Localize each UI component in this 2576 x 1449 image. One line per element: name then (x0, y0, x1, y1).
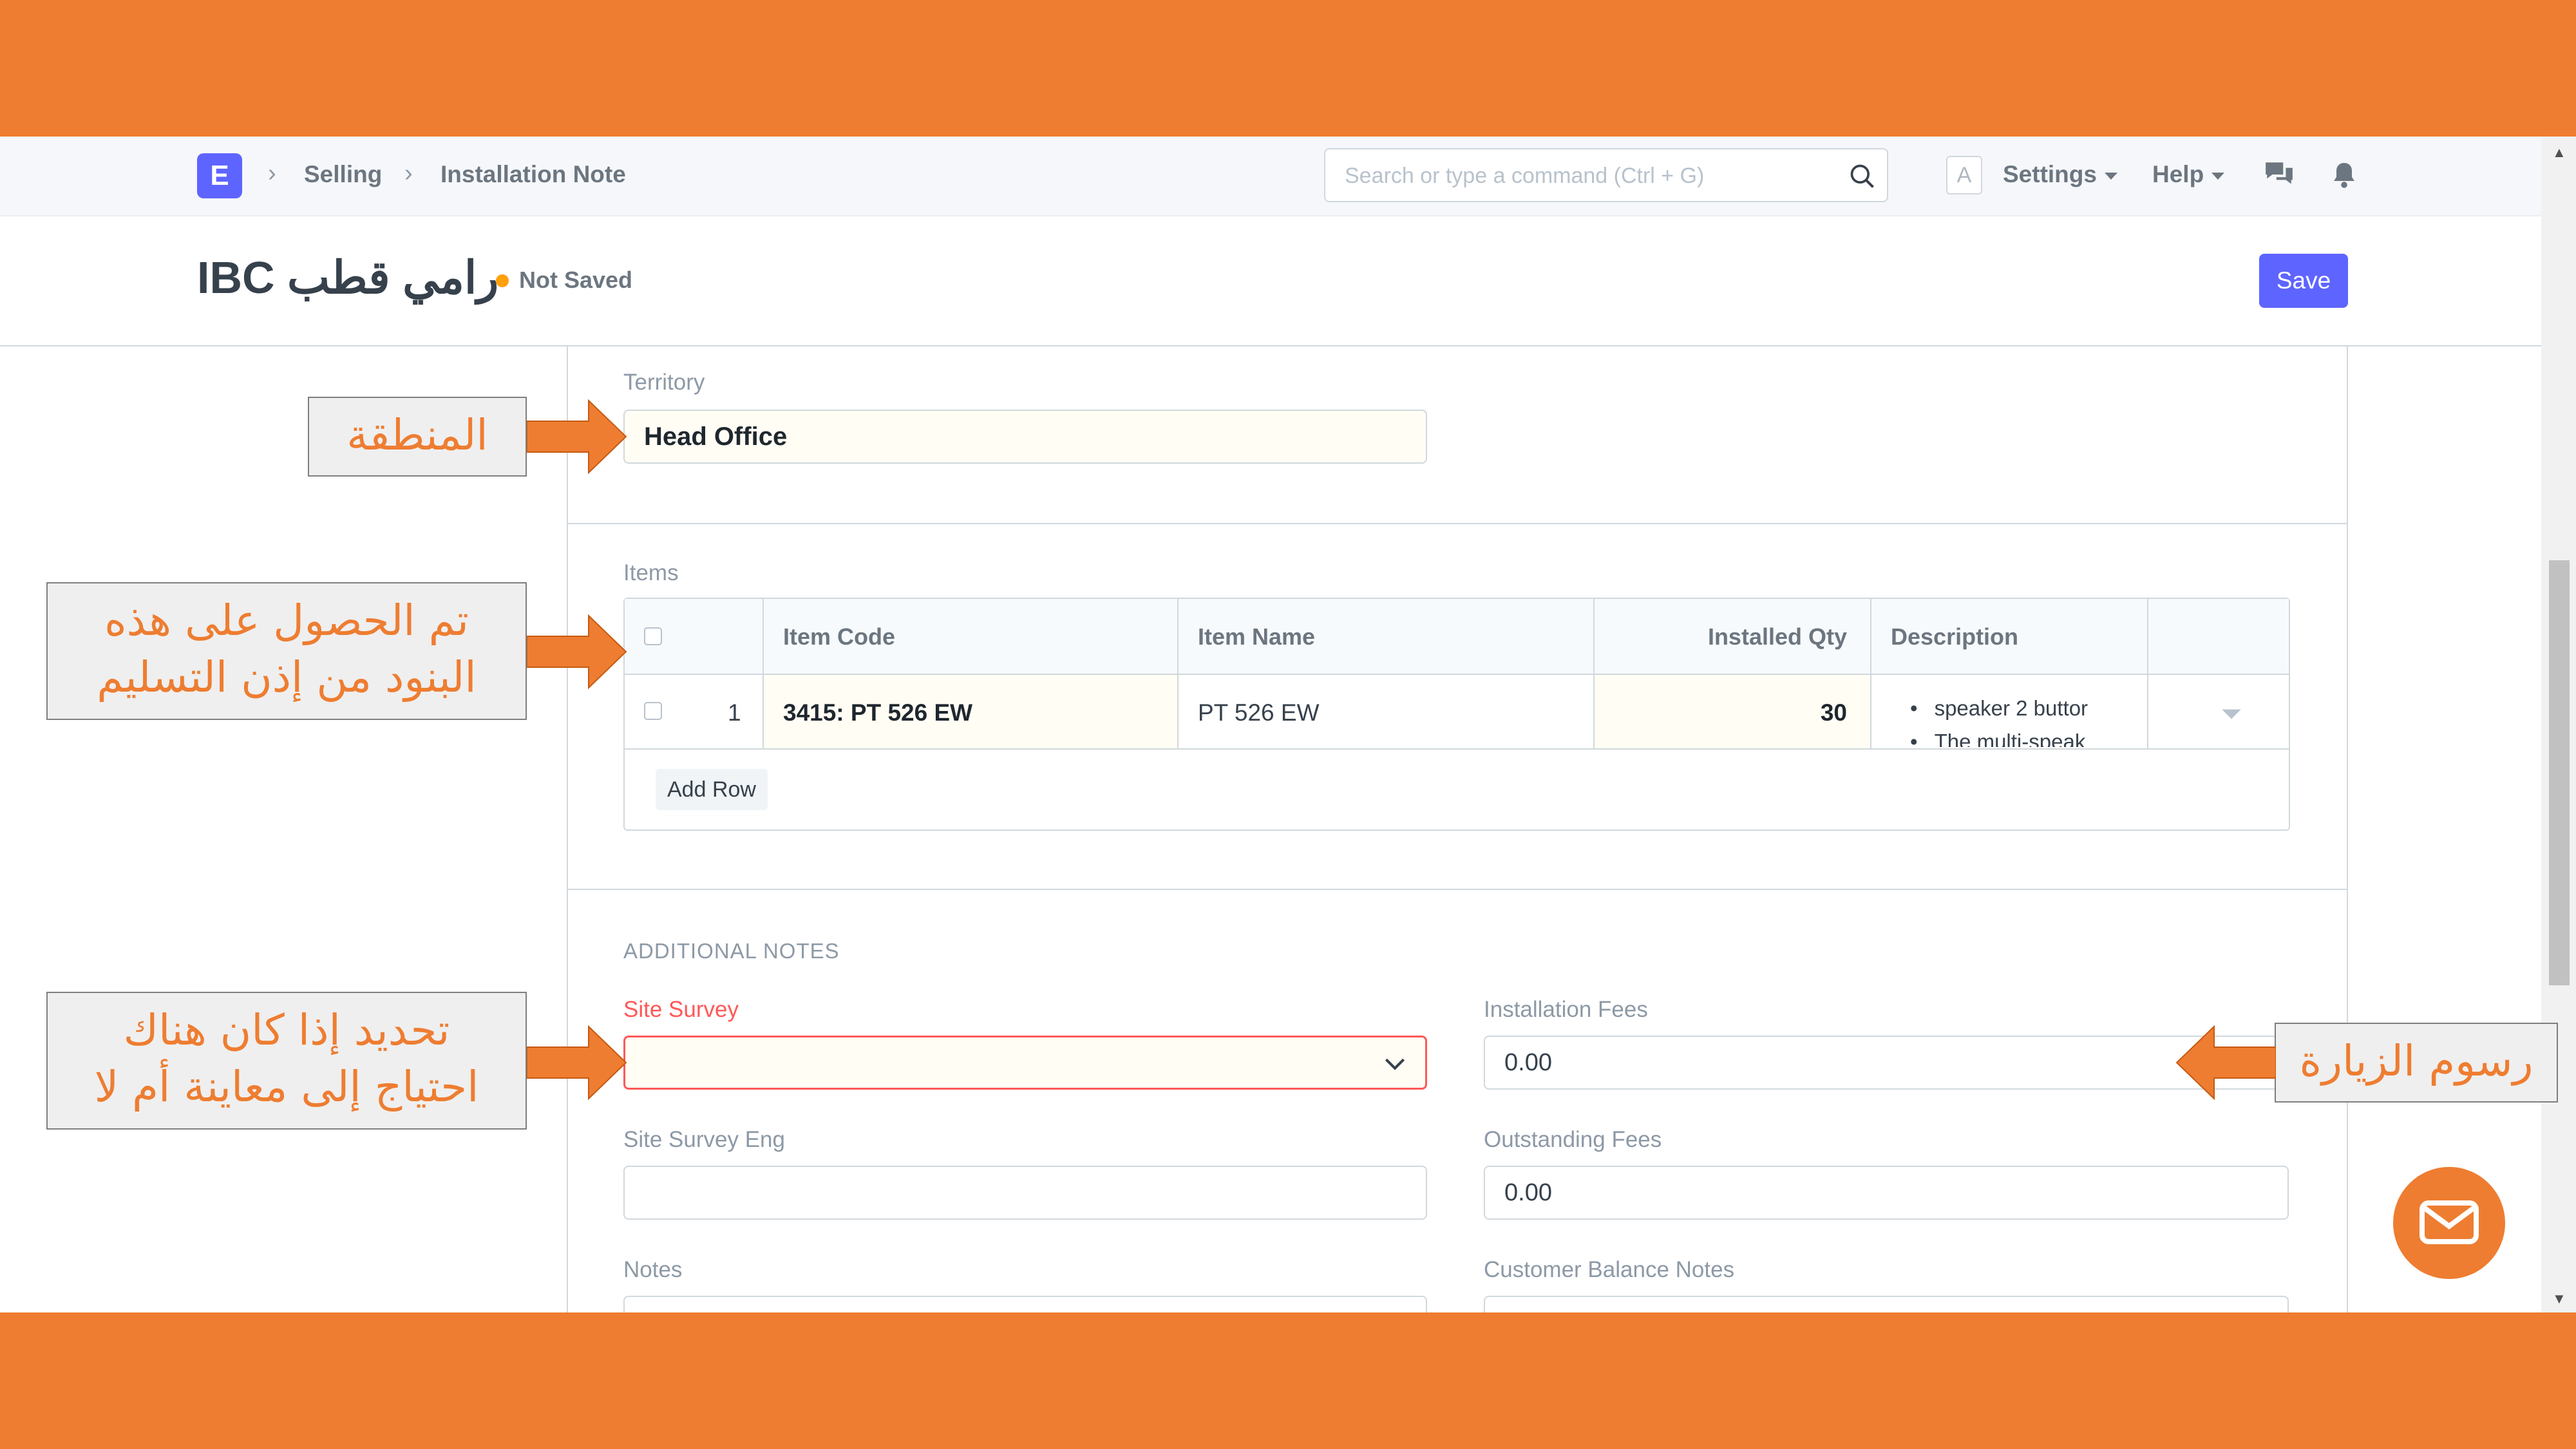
territory-label: Territory (623, 370, 705, 395)
column-divider (1177, 599, 1179, 748)
arrow-right-icon (527, 614, 627, 690)
territory-field[interactable]: Head Office (623, 410, 1427, 464)
installation-fees-field[interactable]: 0.00 (1484, 1036, 2289, 1090)
annotation-site-survey-line: تحديد إذا كان هناك (123, 1005, 450, 1055)
column-divider (1870, 599, 1871, 748)
scroll-down-icon[interactable]: ▼ (2552, 1291, 2566, 1307)
annotation-territory: المنطقة (308, 397, 527, 477)
site-survey-eng-label: Site Survey Eng (623, 1127, 785, 1152)
scrollbar-thumb[interactable] (2549, 560, 2570, 985)
chevron-right-icon: › (404, 160, 413, 187)
annotation-site-survey: تحديد إذا كان هناك احتياج إلى معاينة أم … (46, 992, 527, 1130)
search-placeholder: Search or type a command (Ctrl + G) (1345, 164, 1705, 188)
section-heading-additional-notes: ADDITIONAL NOTES (623, 939, 840, 963)
search-input[interactable]: Search or type a command (Ctrl + G) (1324, 148, 1888, 202)
column-header-item-code[interactable]: Item Code (783, 623, 895, 650)
chat-fab-button[interactable] (2393, 1167, 2505, 1279)
column-header-description[interactable]: Description (1891, 623, 2018, 650)
select-all-checkbox[interactable] (644, 627, 662, 645)
app-logo[interactable]: E (197, 153, 242, 198)
annotation-items: تم الحصول على هذه البنود من إذن التسليم (46, 582, 527, 720)
row-checkbox[interactable] (644, 702, 662, 720)
site-survey-select[interactable] (623, 1036, 1427, 1090)
status-indicator-dot (496, 274, 509, 287)
caret-down-icon (2211, 172, 2225, 180)
arrow-right-icon (527, 399, 627, 475)
chevron-down-icon (1385, 1058, 1405, 1070)
settings-label: Settings (2003, 161, 2097, 187)
description-line: The multi-speak (1891, 725, 2187, 747)
status-badge: Not Saved (519, 267, 633, 293)
description-cell[interactable]: speaker 2 buttor The multi-speak (1891, 692, 2187, 747)
column-header-installed-qty[interactable]: Installed Qty (1708, 623, 1847, 650)
page-title: IBC رامي قطب (197, 252, 499, 303)
installed-qty-cell[interactable]: 30 (1821, 699, 1847, 726)
save-button[interactable]: Save (2259, 254, 2348, 308)
arrow-left-icon (2175, 1025, 2276, 1101)
outstanding-fees-field[interactable]: 0.00 (1484, 1166, 2289, 1220)
breadcrumb-installation-note[interactable]: Installation Note (440, 161, 626, 188)
chevron-right-icon: › (268, 160, 276, 187)
annotation-items-line: البنود من إذن التسليم (97, 652, 477, 702)
avatar[interactable]: A (1946, 156, 1982, 194)
help-label: Help (2152, 161, 2204, 187)
breadcrumb-selling[interactable]: Selling (304, 161, 382, 188)
add-row-button[interactable]: Add Row (656, 769, 768, 810)
section-divider (567, 523, 2347, 524)
item-name-cell[interactable]: PT 526 EW (1198, 699, 1320, 726)
search-icon (1850, 164, 1874, 188)
description-line: speaker 2 buttor (1891, 692, 2187, 725)
customer-balance-notes-label: Customer Balance Notes (1484, 1257, 1735, 1282)
row-index: 1 (728, 699, 741, 726)
item-code-cell[interactable]: 3415: PT 526 EW (783, 699, 972, 726)
mail-icon (2420, 1200, 2479, 1244)
scroll-up-icon[interactable]: ▲ (2552, 144, 2566, 161)
arrow-right-icon (527, 1025, 627, 1101)
installation-fees-label: Installation Fees (1484, 997, 1648, 1022)
chat-icon[interactable] (2263, 160, 2295, 189)
top-orange-band (0, 0, 2576, 137)
column-header-item-name[interactable]: Item Name (1198, 623, 1315, 650)
caret-down-icon (2104, 172, 2117, 180)
bottom-orange-band (0, 1312, 2576, 1449)
annotation-site-survey-line: احتياج إلى معاينة أم لا (94, 1062, 479, 1112)
items-table: Item Code Item Name Installed Qty Descri… (623, 598, 2290, 831)
column-divider (762, 599, 764, 748)
settings-dropdown[interactable]: Settings (2003, 161, 2117, 188)
row-expand-caret-icon[interactable] (2219, 707, 2244, 721)
site-survey-label: Site Survey (623, 997, 739, 1022)
outstanding-fees-label: Outstanding Fees (1484, 1127, 1662, 1152)
annotation-items-line: تم الحصول على هذه (104, 596, 469, 645)
bell-icon[interactable] (2331, 160, 2357, 189)
site-survey-eng-field[interactable] (623, 1166, 1427, 1220)
items-label: Items (623, 560, 679, 585)
notes-label: Notes (623, 1257, 683, 1282)
help-dropdown[interactable]: Help (2152, 161, 2225, 188)
column-divider (1593, 599, 1595, 748)
section-divider (567, 889, 2347, 890)
annotation-installation-fees: رسوم الزيارة (2275, 1023, 2558, 1103)
